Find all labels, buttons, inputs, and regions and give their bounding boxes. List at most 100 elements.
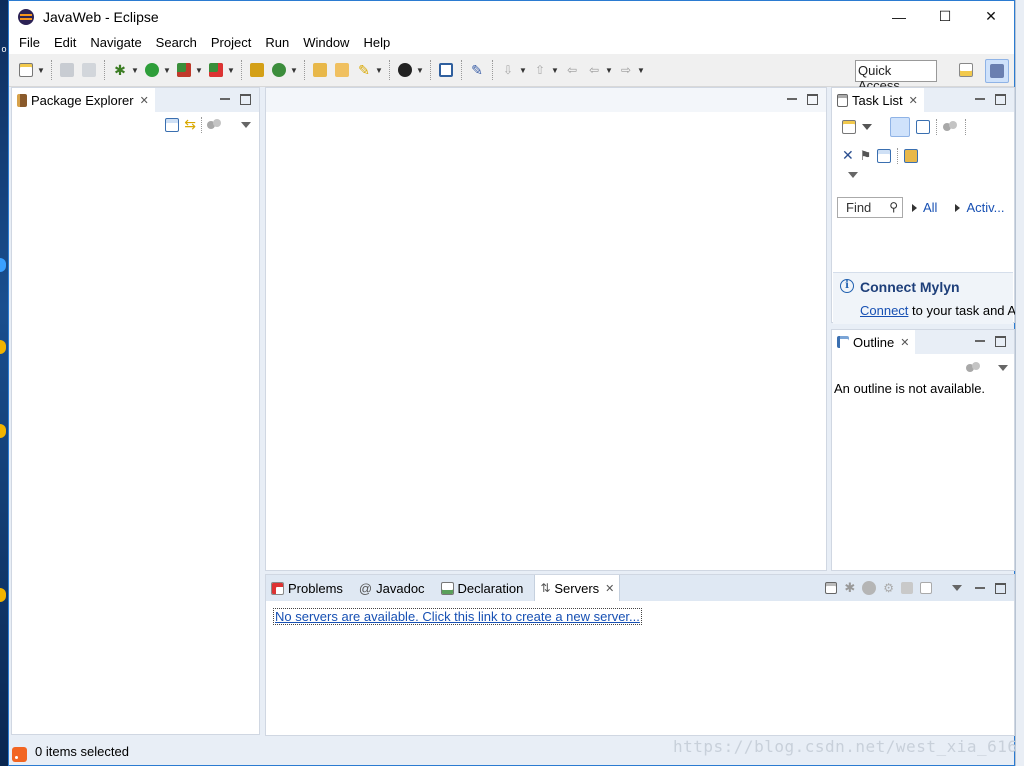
collapse-all-icon[interactable]	[165, 117, 180, 132]
close-icon[interactable]: ✕	[909, 94, 918, 107]
new-java-class-icon[interactable]	[270, 61, 288, 79]
menu-project[interactable]: Project	[204, 32, 258, 54]
focus-on-active-task-icon[interactable]	[207, 118, 223, 131]
previous-annotation-icon[interactable]: ⇧	[531, 61, 549, 79]
minimize-view-button[interactable]	[970, 92, 990, 106]
publish-icon[interactable]	[920, 582, 932, 594]
toolbar-separator	[389, 60, 390, 80]
new-task-dropdown-icon[interactable]	[862, 124, 872, 130]
back-dropdown-icon[interactable]: ▼	[605, 66, 613, 75]
run-dropdown-icon[interactable]: ▼	[163, 66, 171, 75]
back-icon[interactable]: ⇦	[585, 61, 603, 79]
close-button[interactable]: ✕	[968, 1, 1014, 32]
next-annotation-dropdown-icon[interactable]: ▼	[519, 66, 527, 75]
new-java-package-icon[interactable]	[248, 61, 266, 79]
view-menu-icon[interactable]	[241, 121, 251, 128]
open-perspective-icon[interactable]	[957, 61, 977, 81]
menu-edit[interactable]: Edit	[47, 32, 83, 54]
run-icon[interactable]	[143, 61, 161, 79]
scheduled-icon[interactable]	[916, 120, 930, 134]
tab-declaration[interactable]: Declaration	[436, 575, 535, 601]
tab-label: Declaration	[457, 580, 524, 596]
tab-task-list[interactable]: Task List ✕	[832, 88, 924, 112]
focus-on-active-task-icon[interactable]	[966, 362, 982, 374]
maximize-editor-button[interactable]	[802, 92, 822, 106]
view-menu-icon[interactable]	[848, 172, 858, 178]
link-with-editor-icon[interactable]: ⇆	[184, 116, 196, 133]
maximize-view-button[interactable]	[990, 581, 1010, 595]
maximize-button[interactable]: ☐	[922, 1, 968, 32]
view-menu-icon[interactable]	[952, 585, 962, 591]
filter-active-link[interactable]: Activ...	[966, 200, 1004, 215]
minimize-view-button[interactable]	[970, 334, 990, 348]
new-dropdown-icon[interactable]: ▼	[37, 66, 45, 75]
last-edit-location-icon[interactable]: ⇦	[563, 61, 581, 79]
menu-run[interactable]: Run	[258, 32, 296, 54]
start-server-icon[interactable]	[862, 581, 877, 595]
external-tools-icon[interactable]	[207, 61, 225, 79]
menu-window[interactable]: Window	[296, 32, 356, 54]
forward-dropdown-icon[interactable]: ▼	[637, 66, 645, 75]
close-icon[interactable]: ✕	[140, 94, 149, 107]
collapse-all-icon[interactable]	[877, 148, 892, 163]
previous-annotation-dropdown-icon[interactable]: ▼	[551, 66, 559, 75]
create-server-link[interactable]: No servers are available. Click this lin…	[273, 608, 642, 625]
debug-dropdown-icon[interactable]: ▼	[131, 66, 139, 75]
user-dropdown-icon[interactable]: ▼	[416, 66, 424, 75]
rss-feed-icon[interactable]	[12, 746, 27, 762]
quick-access-input[interactable]: Quick Access	[855, 60, 937, 93]
maximize-view-button[interactable]	[990, 334, 1010, 348]
user-icon[interactable]	[396, 61, 414, 79]
menu-search[interactable]: Search	[149, 32, 204, 54]
tab-label: Problems	[288, 580, 343, 596]
synchronize-icon[interactable]: ⚑	[860, 148, 872, 164]
open-task-icon[interactable]	[333, 61, 351, 79]
external-tools-dropdown-icon[interactable]: ▼	[227, 66, 235, 75]
open-type-icon[interactable]	[311, 61, 329, 79]
coverage-dropdown-icon[interactable]: ▼	[195, 66, 203, 75]
collapse-all-icon[interactable]	[825, 582, 838, 594]
next-annotation-icon[interactable]: ⇩	[499, 61, 517, 79]
tab-problems[interactable]: Problems	[266, 575, 354, 601]
save-all-icon[interactable]	[80, 61, 98, 79]
minimize-button[interactable]: —	[876, 1, 922, 32]
stop-server-icon[interactable]	[901, 582, 913, 594]
task-repositories-icon[interactable]	[904, 148, 919, 163]
filter-all-link[interactable]: All	[923, 200, 937, 215]
terminal-icon[interactable]	[437, 61, 455, 79]
search-dropdown-icon[interactable]: ▼	[375, 66, 383, 75]
menu-navigate[interactable]: Navigate	[83, 32, 148, 54]
coverage-icon[interactable]	[175, 61, 193, 79]
minimize-view-button[interactable]	[970, 581, 990, 595]
tab-javadoc[interactable]: @ Javadoc	[354, 575, 436, 601]
debug-server-icon[interactable]: ✱	[844, 580, 855, 596]
find-input[interactable]: Find ⚲	[837, 197, 903, 218]
toggle-mark-occurrences-icon[interactable]: ✎	[468, 61, 486, 79]
view-menu-icon[interactable]	[998, 365, 1008, 371]
menu-help[interactable]: Help	[356, 32, 397, 54]
minimize-editor-button[interactable]	[782, 92, 802, 106]
minimize-view-button[interactable]	[215, 92, 235, 106]
new-icon[interactable]	[17, 61, 35, 79]
hide-completed-icon[interactable]: ✕	[842, 147, 854, 164]
maximize-view-button[interactable]	[990, 92, 1010, 106]
tab-outline[interactable]: Outline ✕	[832, 330, 916, 354]
focus-on-workweek-icon[interactable]	[943, 121, 959, 133]
tab-servers[interactable]: ⇅ Servers ✕	[534, 575, 621, 601]
tab-package-explorer[interactable]: Package Explorer ✕	[12, 88, 155, 112]
forward-icon[interactable]: ⇨	[617, 61, 635, 79]
search-icon[interactable]: ✎	[355, 61, 373, 79]
java-ee-perspective-icon[interactable]	[985, 59, 1009, 83]
close-icon[interactable]: ✕	[900, 336, 909, 349]
connect-link[interactable]: Connect	[860, 303, 908, 318]
maximize-view-button[interactable]	[235, 92, 255, 106]
profile-server-icon[interactable]: ⚙	[883, 581, 894, 595]
close-icon[interactable]: ✕	[605, 582, 614, 595]
editor-area[interactable]	[265, 87, 827, 571]
new-class-dropdown-icon[interactable]: ▼	[290, 66, 298, 75]
menu-file[interactable]: File	[12, 32, 47, 54]
new-task-icon[interactable]	[842, 120, 856, 134]
debug-icon[interactable]: ✱	[111, 61, 129, 79]
save-icon[interactable]	[58, 61, 76, 79]
categorized-icon[interactable]	[890, 117, 910, 137]
